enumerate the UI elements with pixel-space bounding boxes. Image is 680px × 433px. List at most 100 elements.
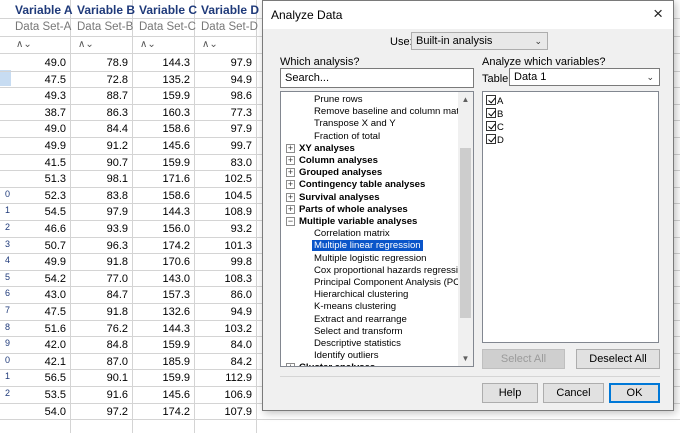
variable-item[interactable]: D	[486, 134, 504, 147]
table-cell[interactable]: 47.5	[11, 72, 70, 88]
analysis-search-input[interactable]	[280, 68, 474, 88]
table-cell[interactable]: 102.5	[197, 171, 256, 187]
table-cell[interactable]: 98.1	[73, 171, 132, 187]
table-cell[interactable]: 174.2	[135, 238, 194, 254]
table-cell[interactable]: 51.3	[11, 171, 70, 187]
variable-item[interactable]: A	[486, 95, 503, 108]
table-cell[interactable]: 97.9	[197, 121, 256, 137]
expand-icon[interactable]: +	[286, 193, 295, 202]
table-cell[interactable]: 91.2	[73, 138, 132, 154]
table-cell[interactable]: 77.3	[197, 105, 256, 121]
select-all-button[interactable]: Select All	[482, 349, 565, 369]
tree-analysis-item[interactable]: Prune rows	[314, 94, 363, 106]
sort-icon[interactable]: ∧⌄	[135, 39, 197, 56]
table-cell[interactable]: 145.6	[135, 387, 194, 403]
table-cell[interactable]: 54.2	[11, 271, 70, 287]
table-cell[interactable]: 158.6	[135, 188, 194, 204]
table-cell[interactable]: 108.3	[197, 271, 256, 287]
table-cell[interactable]: 171.6	[135, 171, 194, 187]
table-cell[interactable]: 98.6	[197, 88, 256, 104]
table-cell[interactable]: 77.0	[73, 271, 132, 287]
tree-analysis-item[interactable]: Hierarchical clustering	[314, 289, 408, 301]
table-cell[interactable]: 42.0	[11, 337, 70, 353]
table-cell[interactable]: 99.7	[197, 138, 256, 154]
variable-item[interactable]: B	[486, 108, 503, 121]
table-cell[interactable]: 52.3	[11, 188, 70, 204]
analysis-tree[interactable]: Prune rows Remove baseline and column mat…	[280, 91, 474, 367]
expand-icon[interactable]: +	[286, 144, 295, 153]
variable-checkbox[interactable]	[486, 95, 496, 105]
table-cell[interactable]: 83.8	[73, 188, 132, 204]
expand-icon[interactable]: +	[286, 168, 295, 177]
tree-analysis-item[interactable]: Extract and rearrange	[314, 314, 407, 326]
table-cell[interactable]: 156.0	[135, 221, 194, 237]
table-dropdown[interactable]: Data 1 ⌄	[509, 68, 660, 86]
table-cell[interactable]: 108.9	[197, 204, 256, 220]
tree-analysis-item[interactable]: Transpose X and Y	[314, 118, 396, 130]
table-cell[interactable]: 49.9	[11, 254, 70, 270]
scrollbar-thumb[interactable]	[460, 148, 471, 318]
table-cell[interactable]: 54.0	[11, 404, 70, 420]
table-cell[interactable]: 84.8	[73, 337, 132, 353]
tree-group-item[interactable]: − Multiple variable analyses	[286, 216, 417, 228]
tree-group-item[interactable]: + XY analyses	[286, 143, 355, 155]
table-cell[interactable]: 86.3	[73, 105, 132, 121]
tree-group-item[interactable]: + Cluster analyses	[286, 362, 375, 366]
table-cell[interactable]: 93.9	[73, 221, 132, 237]
table-cell[interactable]: 47.5	[11, 304, 70, 320]
sort-icon[interactable]: ∧⌄	[11, 39, 73, 56]
table-cell[interactable]: 42.1	[11, 354, 70, 370]
table-cell[interactable]: 72.8	[73, 72, 132, 88]
table-cell[interactable]: 159.9	[135, 370, 194, 386]
table-cell[interactable]: 170.6	[135, 254, 194, 270]
tree-analysis-item[interactable]: Remove baseline and column math	[314, 106, 464, 118]
table-cell[interactable]: 54.5	[11, 204, 70, 220]
column-header-name[interactable]: Variable B	[73, 3, 135, 20]
table-cell[interactable]: 107.9	[197, 404, 256, 420]
table-cell[interactable]: 159.9	[135, 155, 194, 171]
tree-group-item[interactable]: + Parts of whole analyses	[286, 204, 408, 216]
tree-analysis-item[interactable]: Cox proportional hazards regression	[314, 265, 469, 277]
tree-analysis-item[interactable]: Fraction of total	[314, 131, 380, 143]
use-dropdown[interactable]: Built-in analysis ⌄	[411, 32, 548, 50]
expand-icon[interactable]: +	[286, 180, 295, 189]
column-header-name[interactable]: Variable A	[11, 3, 73, 20]
table-cell[interactable]: 76.2	[73, 321, 132, 337]
tree-analysis-item[interactable]: Principal Component Analysis (PCA)	[314, 277, 470, 289]
sort-icon[interactable]: ∧⌄	[73, 39, 135, 56]
table-cell[interactable]: 50.7	[11, 238, 70, 254]
sort-icon[interactable]: ∧⌄	[197, 39, 259, 56]
table-cell[interactable]: 99.8	[197, 254, 256, 270]
scroll-down-icon[interactable]: ▼	[458, 351, 473, 366]
collapse-icon[interactable]: −	[286, 217, 295, 226]
table-cell[interactable]: 91.8	[73, 304, 132, 320]
table-cell[interactable]: 144.3	[135, 204, 194, 220]
table-cell[interactable]: 87.0	[73, 354, 132, 370]
table-cell[interactable]: 112.9	[197, 370, 256, 386]
variable-checkbox[interactable]	[486, 134, 496, 144]
table-cell[interactable]: 84.4	[73, 121, 132, 137]
table-cell[interactable]: 88.7	[73, 88, 132, 104]
variable-checkbox[interactable]	[486, 108, 496, 118]
deselect-all-button[interactable]: Deselect All	[576, 349, 660, 369]
ok-button[interactable]: OK	[609, 383, 660, 403]
tree-group-item[interactable]: + Survival analyses	[286, 192, 380, 204]
variable-item[interactable]: C	[486, 121, 504, 134]
tree-analysis-item[interactable]: Identify outliers	[314, 350, 379, 362]
table-cell[interactable]: 158.6	[135, 121, 194, 137]
table-cell[interactable]: 91.8	[73, 254, 132, 270]
table-cell[interactable]: 132.6	[135, 304, 194, 320]
table-cell[interactable]: 86.0	[197, 287, 256, 303]
expand-icon[interactable]: +	[286, 363, 295, 366]
tree-group-item[interactable]: + Column analyses	[286, 155, 378, 167]
table-cell[interactable]: 84.2	[197, 354, 256, 370]
close-icon[interactable]: ×	[653, 4, 663, 24]
table-cell[interactable]: 84.0	[197, 337, 256, 353]
table-cell[interactable]: 144.3	[135, 321, 194, 337]
tree-analysis-item[interactable]: Multiple logistic regression	[314, 253, 427, 265]
tree-group-item[interactable]: + Grouped analyses	[286, 167, 382, 179]
analysis-tree-scrollbar[interactable]: ▲ ▼	[458, 92, 473, 366]
variable-checkbox[interactable]	[486, 121, 496, 131]
table-cell[interactable]: 96.3	[73, 238, 132, 254]
table-cell[interactable]: 144.3	[135, 55, 194, 71]
